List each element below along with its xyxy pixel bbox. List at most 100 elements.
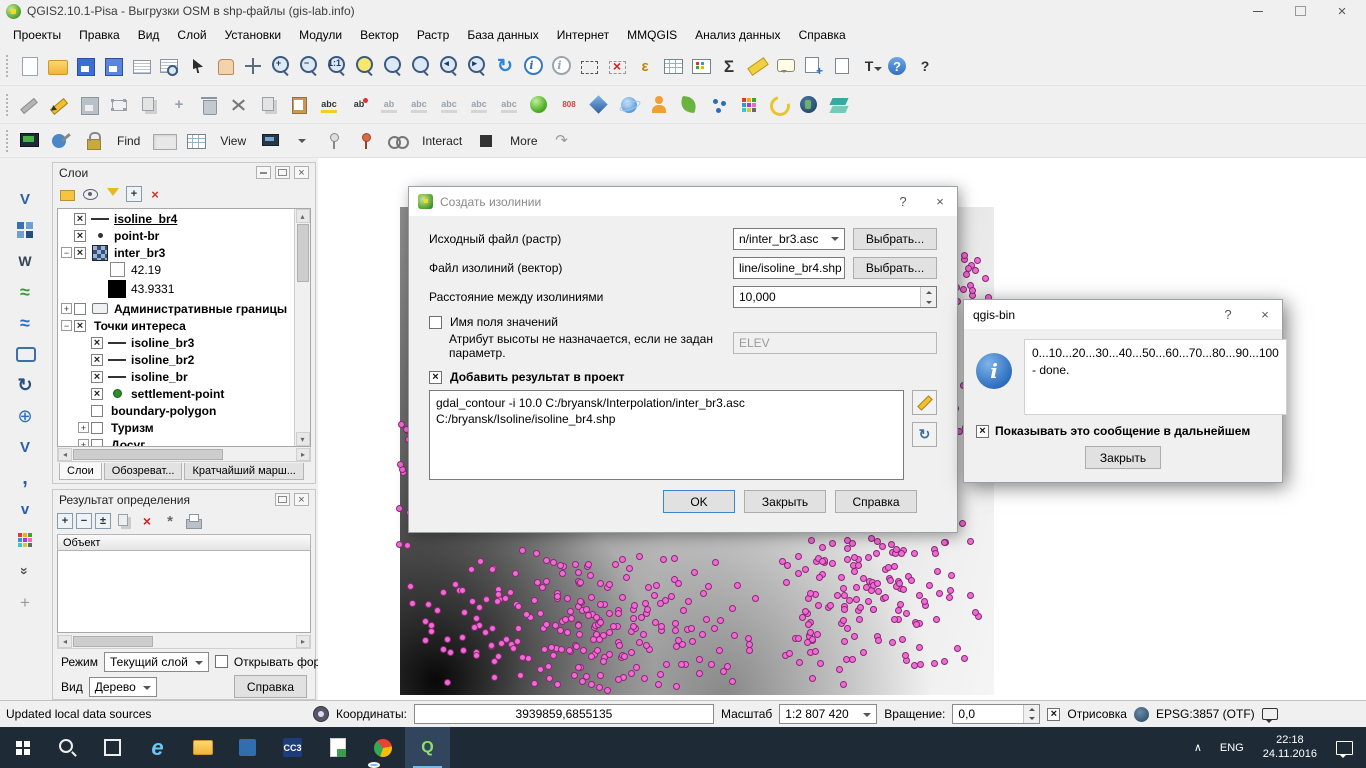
paste-features-icon[interactable] <box>286 92 312 118</box>
zoom-to-layer-icon[interactable] <box>408 53 434 79</box>
spreadsheet-app-icon[interactable] <box>315 727 360 768</box>
maximize-button[interactable] <box>1290 2 1310 20</box>
layer-checkbox[interactable] <box>74 247 86 259</box>
close-button[interactable]: Закрыть <box>744 490 826 513</box>
collapse-tree-icon[interactable]: − <box>76 513 92 529</box>
spinner-down-button[interactable] <box>921 297 936 307</box>
interact-label[interactable]: Interact <box>417 128 467 154</box>
menu-item[interactable]: Модули <box>290 25 351 45</box>
minimize-button[interactable] <box>1248 2 1268 20</box>
link-icon[interactable] <box>385 128 411 154</box>
copy-features-icon[interactable] <box>136 92 162 118</box>
layer-checkbox[interactable] <box>91 354 103 366</box>
palette-grid-icon[interactable] <box>12 527 38 553</box>
new-bookmark-icon[interactable]: + <box>800 53 826 79</box>
find-label[interactable]: Find <box>112 128 145 154</box>
field-name-checkbox[interactable] <box>429 316 442 329</box>
show-again-checkbox[interactable] <box>976 425 989 438</box>
expander-icon[interactable] <box>78 439 89 447</box>
notifications-icon[interactable] <box>1336 741 1353 755</box>
remove-layer-icon[interactable]: × <box>145 184 165 204</box>
add-group-icon[interactable] <box>57 184 77 204</box>
openlayers-plugin-icon[interactable] <box>526 92 552 118</box>
toolbar-grip[interactable] <box>6 55 11 77</box>
filter-legend-icon[interactable] <box>103 184 123 204</box>
find-input[interactable] <box>151 128 177 154</box>
raster-file-combobox[interactable]: n/inter_br3.asc <box>733 228 845 250</box>
expand-new-icon[interactable]: ± <box>95 513 111 529</box>
float-panel-icon[interactable] <box>275 166 290 179</box>
manage-themes-icon[interactable] <box>80 184 100 204</box>
scroll-up-icon[interactable]: ▴ <box>296 209 310 223</box>
menu-item[interactable]: MMQGIS <box>618 25 686 45</box>
view-combobox[interactable]: Дерево <box>89 677 157 697</box>
layer-row[interactable]: isoline_br3 <box>58 334 294 351</box>
float-panel-icon[interactable] <box>275 493 290 506</box>
toggle-editing-icon[interactable] <box>46 92 72 118</box>
select-by-expression-icon[interactable]: ε <box>632 53 658 79</box>
layer-checkbox[interactable] <box>74 213 86 225</box>
crs-globe-icon[interactable] <box>1134 707 1149 722</box>
identify-results-list[interactable] <box>57 551 311 633</box>
task-view-icon[interactable] <box>90 727 135 768</box>
more-label[interactable]: More <box>505 128 542 154</box>
new-project-icon[interactable] <box>16 53 42 79</box>
select-features-icon[interactable] <box>576 53 602 79</box>
label-ab-pin-icon[interactable]: ab <box>346 92 372 118</box>
layer-checkbox[interactable] <box>91 388 103 400</box>
comma-tool-icon[interactable]: , <box>12 465 38 491</box>
language-indicator[interactable]: ENG <box>1213 727 1251 768</box>
chrome-icon[interactable] <box>360 727 405 768</box>
dialog-close-button[interactable]: × <box>925 188 955 215</box>
rotation-spinbox[interactable]: 0,0 <box>952 704 1040 724</box>
layer-row[interactable]: Досуг <box>58 436 294 447</box>
shade-panel-icon[interactable] <box>256 166 271 179</box>
copy-feature-icon[interactable] <box>114 511 134 531</box>
spinner-up-button[interactable] <box>921 287 936 297</box>
menu-item[interactable]: База данных <box>458 25 547 45</box>
message-close-button[interactable]: Закрыть <box>1085 446 1161 469</box>
save-project-as-icon[interactable] <box>100 53 126 79</box>
file-explorer-icon[interactable] <box>180 727 225 768</box>
grid-layers-icon[interactable] <box>12 217 38 243</box>
cut-features-icon[interactable] <box>226 92 252 118</box>
show-hidden-icons[interactable]: ∧ <box>1187 727 1209 768</box>
wedge-3d-icon[interactable]: W <box>12 248 38 274</box>
expander-icon[interactable] <box>61 320 72 331</box>
dialog-help-button[interactable]: ? <box>888 188 918 215</box>
layer-row[interactable]: Административные границы <box>58 300 294 317</box>
label-rotate-icon[interactable]: abc <box>436 92 462 118</box>
render-checkbox[interactable] <box>1047 708 1060 721</box>
help-button[interactable]: Справка <box>835 490 917 513</box>
vertical-scrollbar[interactable]: ▴ ▾ <box>294 209 310 446</box>
delete-selected-icon[interactable] <box>196 92 222 118</box>
reset-command-button[interactable]: ↻ <box>912 422 937 447</box>
coordinates-input[interactable]: 3939859,6855135 <box>414 704 714 724</box>
expander-icon[interactable] <box>61 247 72 258</box>
close-panel-icon[interactable] <box>294 493 309 506</box>
spinner-down-button[interactable] <box>1024 714 1039 723</box>
osm-user-icon[interactable] <box>646 92 672 118</box>
label-move-icon[interactable]: abc <box>406 92 432 118</box>
node-tool-icon[interactable] <box>106 92 132 118</box>
menu-item[interactable]: Проекты <box>4 25 70 45</box>
redo-curve-icon[interactable]: ↷ <box>549 128 575 154</box>
panel-tab[interactable]: Кратчайший марш... <box>184 463 303 480</box>
start-button[interactable] <box>0 727 45 768</box>
messages-icon[interactable] <box>1262 708 1278 720</box>
zoom-next-icon[interactable]: ▸ <box>464 53 490 79</box>
layer-row[interactable]: Точки интереса <box>58 317 294 334</box>
osm-place-search-icon[interactable]: 808 <box>556 92 582 118</box>
refresh-icon[interactable]: ↻ <box>492 53 518 79</box>
new-composer-icon[interactable] <box>128 53 154 79</box>
close-button[interactable] <box>1332 2 1352 20</box>
scroll-left-icon[interactable]: ◂ <box>58 635 72 648</box>
cc3-app-icon[interactable]: CC3 <box>270 727 315 768</box>
dialog-close-button[interactable]: × <box>1250 301 1280 328</box>
layer-row[interactable]: isoline_br4 <box>58 210 294 227</box>
layer-row[interactable]: boundary-polygon <box>58 402 294 419</box>
pin-red-icon[interactable] <box>353 128 379 154</box>
tracking-icon[interactable] <box>313 706 329 722</box>
zoom-in-icon[interactable]: + <box>268 53 294 79</box>
interpolation-waves-icon[interactable]: ≈ <box>12 310 38 336</box>
